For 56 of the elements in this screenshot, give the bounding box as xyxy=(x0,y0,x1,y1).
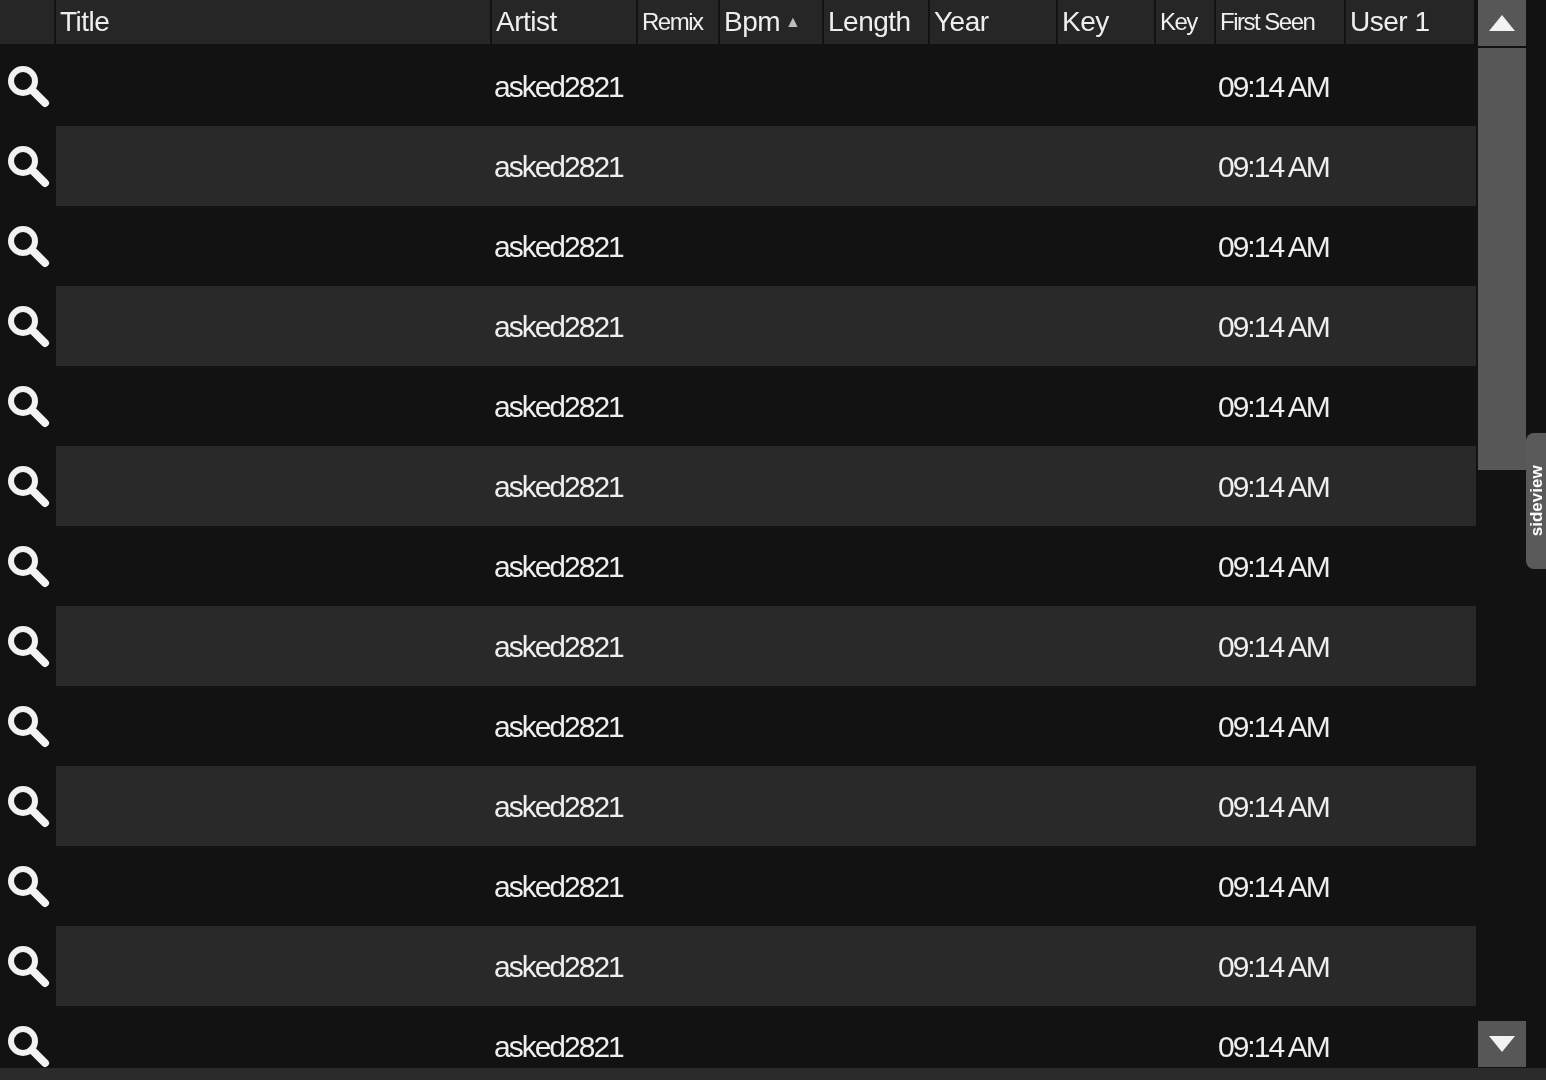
first-seen-cell-text: 09:14 AM xyxy=(1218,628,1329,665)
search-icon[interactable] xyxy=(5,463,51,509)
artist-cell-text: asked2821 xyxy=(494,68,623,105)
scrollbar[interactable] xyxy=(1478,0,1526,1068)
artist-cell-text: asked2821 xyxy=(494,788,623,825)
artist-cell-text: asked2821 xyxy=(494,1028,623,1065)
artist-cell-text: asked2821 xyxy=(494,148,623,185)
first-seen-cell-text: 09:14 AM xyxy=(1218,228,1329,265)
search-icon[interactable] xyxy=(5,703,51,749)
search-icon[interactable] xyxy=(5,863,51,909)
table-row[interactable]: asked2821 09:14 AM xyxy=(56,446,1476,526)
search-icon[interactable] xyxy=(5,303,51,349)
artist-cell-text: asked2821 xyxy=(494,228,623,265)
column-header[interactable]: Bpm xyxy=(724,1,781,43)
up-arrow-icon xyxy=(1489,15,1515,31)
first-seen-cell-text: 09:14 AM xyxy=(1218,708,1329,745)
search-icon[interactable] xyxy=(5,223,51,269)
artist-cell-text: asked2821 xyxy=(494,388,623,425)
sort-indicator: ▲ xyxy=(785,12,801,32)
search-icon[interactable] xyxy=(5,1023,51,1068)
first-seen-cell-text: 09:14 AM xyxy=(1218,788,1329,825)
column-header[interactable]: Title xyxy=(60,1,110,43)
first-seen-cell-text: 09:14 AM xyxy=(1218,948,1329,985)
first-seen-cell-text: 09:14 AM xyxy=(1218,68,1329,105)
horizontal-scrollbar[interactable] xyxy=(0,1068,1546,1080)
scroll-down-button[interactable] xyxy=(1478,1021,1526,1067)
search-icon[interactable] xyxy=(5,543,51,589)
first-seen-cell-text: 09:14 AM xyxy=(1218,308,1329,345)
table-row[interactable]: asked2821 09:14 AM xyxy=(56,286,1476,366)
table-row[interactable]: asked2821 09:14 AM xyxy=(56,766,1476,846)
search-icon[interactable] xyxy=(5,783,51,829)
first-seen-cell-text: 09:14 AM xyxy=(1218,148,1329,185)
table-row[interactable]: asked2821 09:14 AM xyxy=(56,926,1476,1006)
artist-cell-text: asked2821 xyxy=(494,868,623,905)
artist-cell-text: asked2821 xyxy=(494,468,623,505)
table-row[interactable]: asked2821 09:14 AM xyxy=(56,126,1476,206)
search-icon[interactable] xyxy=(5,623,51,669)
first-seen-cell-text: 09:14 AM xyxy=(1218,548,1329,585)
search-icon[interactable] xyxy=(5,943,51,989)
first-seen-cell-text: 09:14 AM xyxy=(1218,868,1329,905)
artist-cell-text: asked2821 xyxy=(494,308,623,345)
artist-cell-text: asked2821 xyxy=(494,708,623,745)
scroll-thumb[interactable] xyxy=(1478,48,1526,470)
sideview-tab[interactable]: sideview xyxy=(1526,433,1546,569)
first-seen-cell-text: 09:14 AM xyxy=(1218,388,1329,425)
artist-cell-text: asked2821 xyxy=(494,948,623,985)
down-arrow-icon xyxy=(1489,1036,1515,1052)
table-row[interactable]: asked2821 09:14 AM xyxy=(56,606,1476,686)
search-icon[interactable] xyxy=(5,143,51,189)
artist-cell-text: asked2821 xyxy=(494,628,623,665)
search-icon[interactable] xyxy=(5,383,51,429)
first-seen-cell-text: 09:14 AM xyxy=(1218,1028,1329,1065)
scroll-up-button[interactable] xyxy=(1478,0,1526,46)
artist-cell-text: asked2821 xyxy=(494,548,623,585)
search-icon[interactable] xyxy=(5,63,51,109)
first-seen-cell-text: 09:14 AM xyxy=(1218,468,1329,505)
